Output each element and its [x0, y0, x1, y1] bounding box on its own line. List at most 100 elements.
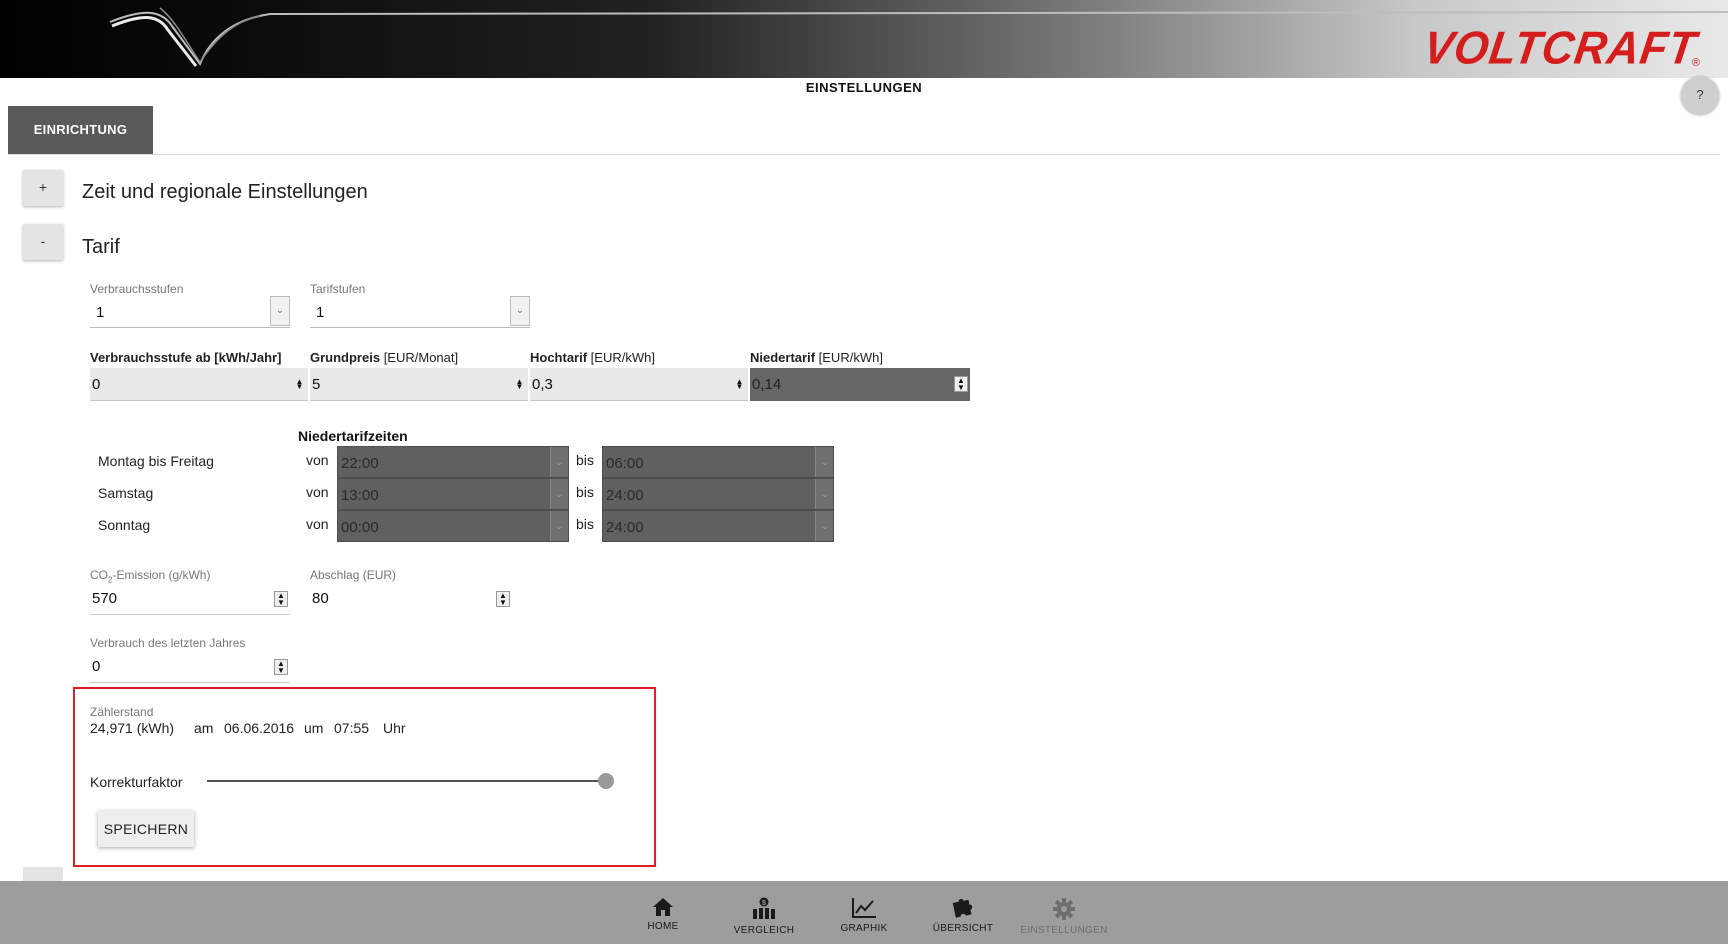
- compare-icon: $: [753, 897, 775, 919]
- nav-graphik-label: GRAPHIK: [840, 923, 888, 934]
- gear-icon: [1053, 898, 1075, 920]
- bis-label: bis: [576, 452, 594, 468]
- korrekturfaktor-slider-track[interactable]: [207, 780, 607, 782]
- verbrauchsstufen-select[interactable]: 1 ⌄: [90, 296, 290, 328]
- von-label: von: [306, 516, 329, 532]
- nav-vergleich-label: VERGLEICH: [733, 925, 795, 936]
- saturday-to-select[interactable]: 24:00 ⌄: [602, 478, 834, 510]
- am-label: am: [194, 720, 214, 736]
- next-section-toggle-button[interactable]: [23, 867, 63, 881]
- spinner-icon[interactable]: ▲ ▼: [496, 591, 510, 607]
- bis-label: bis: [576, 516, 594, 532]
- puzzle-icon: [952, 899, 973, 918]
- tab-divider: [8, 154, 1720, 155]
- spinner-icon[interactable]: ▲ ▼: [514, 378, 525, 391]
- verbrauchsstufe-value: 0: [92, 376, 101, 393]
- nav-uebersicht-label: ÜBERSICHT: [932, 923, 994, 934]
- nav-home-label: HOME: [647, 921, 679, 932]
- save-button[interactable]: SPEICHERN: [98, 811, 194, 847]
- verbrauch-label: Verbrauch des letzten Jahres: [90, 636, 246, 650]
- saturday-to-value: 24:00: [606, 487, 644, 504]
- col-header-niedertarif-unit: [EUR/kWh]: [815, 350, 883, 365]
- bottom-navigation: HOME $ VERGLEICH GRAPHIK ÜBERSICHT EINST…: [0, 881, 1728, 944]
- section-title-tarif: Tarif: [82, 236, 120, 258]
- chevron-down-icon: ⌄: [550, 511, 568, 541]
- uhr-label: Uhr: [383, 720, 406, 736]
- verbrauchsstufen-value: 1: [96, 304, 105, 321]
- hochtarif-value: 0,3: [532, 376, 553, 393]
- help-button[interactable]: ?: [1681, 76, 1719, 114]
- col-header-grundpreis-unit: [EUR/Monat]: [380, 350, 459, 365]
- co2-label-prefix: CO: [90, 568, 108, 582]
- spinner-icon[interactable]: ▲ ▼: [274, 659, 288, 675]
- co2-value: 570: [92, 590, 118, 607]
- col-header-niedertarif: Niedertarif [EUR/kWh]: [750, 350, 883, 365]
- day-label-sunday: Sonntag: [98, 517, 151, 533]
- tarifstufen-select[interactable]: 1 ⌄: [310, 296, 530, 328]
- nav-uebersicht[interactable]: ÜBERSICHT: [928, 881, 998, 944]
- co2-input[interactable]: 570 ▲ ▼: [90, 582, 290, 615]
- nav-home[interactable]: HOME: [633, 881, 693, 944]
- saturday-from-value: 13:00: [341, 487, 379, 504]
- tarifstufen-value: 1: [316, 304, 325, 321]
- app-header: VOLTCRAFT ®: [0, 0, 1728, 78]
- col-header-grundpreis: Grundpreis [EUR/Monat]: [310, 350, 458, 365]
- sunday-to-select[interactable]: 24:00 ⌄: [602, 510, 834, 542]
- chevron-down-icon: ⌄: [270, 296, 290, 326]
- tab-einrichtung[interactable]: EINRICHTUNG: [8, 106, 153, 154]
- nav-einstellungen-label: EINSTELLUNGEN: [1020, 925, 1108, 936]
- weekday-to-select[interactable]: 06:00 ⌄: [602, 446, 834, 478]
- svg-text:$: $: [762, 900, 766, 907]
- chevron-down-icon: ⌄: [510, 296, 530, 326]
- sunday-from-value: 00:00: [341, 519, 379, 536]
- col-header-niedertarif-text: Niedertarif: [750, 350, 816, 365]
- page-title: EINSTELLUNGEN: [805, 80, 923, 95]
- col-header-verbrauchsstufe: Verbrauchsstufe ab [kWh/Jahr]: [90, 350, 281, 365]
- saturday-from-select[interactable]: 13:00 ⌄: [337, 478, 569, 510]
- weekday-to-value: 06:00: [606, 455, 644, 472]
- registered-mark: ®: [1691, 57, 1700, 69]
- zaehlerstand-time: 07:55: [334, 720, 370, 736]
- chevron-down-icon: ⌄: [550, 447, 568, 477]
- verbrauchsstufe-input[interactable]: 0 ▲ ▼: [90, 368, 308, 401]
- voltcraft-logo: VOLTCRAFT: [1420, 22, 1700, 75]
- von-label: von: [306, 452, 329, 468]
- spinner-icon[interactable]: ▲ ▼: [274, 591, 288, 607]
- section-title-regional: Zeit und regionale Einstellungen: [82, 181, 368, 203]
- niedertarif-value: 0,14: [752, 376, 782, 393]
- weekday-from-select[interactable]: 22:00 ⌄: [337, 446, 569, 478]
- zaehlerstand-date: 06.06.2016: [224, 720, 295, 736]
- nav-einstellungen[interactable]: EINSTELLUNGEN: [1020, 881, 1108, 944]
- spinner-icon[interactable]: ▲ ▼: [294, 378, 305, 391]
- verbrauch-input[interactable]: 0 ▲ ▼: [90, 650, 290, 683]
- spinner-icon[interactable]: ▲ ▼: [734, 378, 745, 391]
- co2-label-suffix: -Emission (g/kWh): [112, 568, 211, 582]
- bis-label: bis: [576, 484, 594, 500]
- spinner-icon[interactable]: ▲ ▼: [954, 376, 968, 392]
- nav-vergleich[interactable]: $ VERGLEICH: [728, 881, 800, 944]
- collapse-tarif-button[interactable]: -: [23, 224, 63, 260]
- col-header-hochtarif-unit: [EUR/kWh]: [587, 350, 655, 365]
- sunday-to-value: 24:00: [606, 519, 644, 536]
- nav-graphik[interactable]: GRAPHIK: [832, 881, 896, 944]
- abschlag-value: 80: [312, 590, 329, 607]
- day-label-weekday: Montag bis Freitag: [98, 453, 214, 469]
- hochtarif-input[interactable]: 0,3 ▲ ▼: [530, 368, 748, 401]
- abschlag-label: Abschlag (EUR): [310, 568, 397, 582]
- tarifstufen-label: Tarifstufen: [310, 282, 366, 296]
- home-icon: [653, 898, 673, 916]
- grundpreis-value: 5: [312, 376, 321, 393]
- expand-regional-button[interactable]: +: [23, 170, 63, 206]
- zaehlerstand-value: 24,971 (kWh): [90, 720, 175, 736]
- chevron-down-icon: ⌄: [550, 479, 568, 509]
- niedertarif-input[interactable]: 0,14 ▲ ▼: [750, 368, 970, 401]
- abschlag-input[interactable]: 80 ▲ ▼: [310, 582, 512, 615]
- korrekturfaktor-label: Korrekturfaktor: [90, 774, 183, 790]
- verbrauch-value: 0: [92, 658, 101, 675]
- day-label-saturday: Samstag: [98, 485, 154, 501]
- grundpreis-input[interactable]: 5 ▲ ▼: [310, 368, 528, 401]
- von-label: von: [306, 484, 329, 500]
- col-header-hochtarif: Hochtarif [EUR/kWh]: [530, 350, 655, 365]
- korrekturfaktor-slider-thumb[interactable]: [598, 773, 614, 789]
- sunday-from-select[interactable]: 00:00 ⌄: [337, 510, 569, 542]
